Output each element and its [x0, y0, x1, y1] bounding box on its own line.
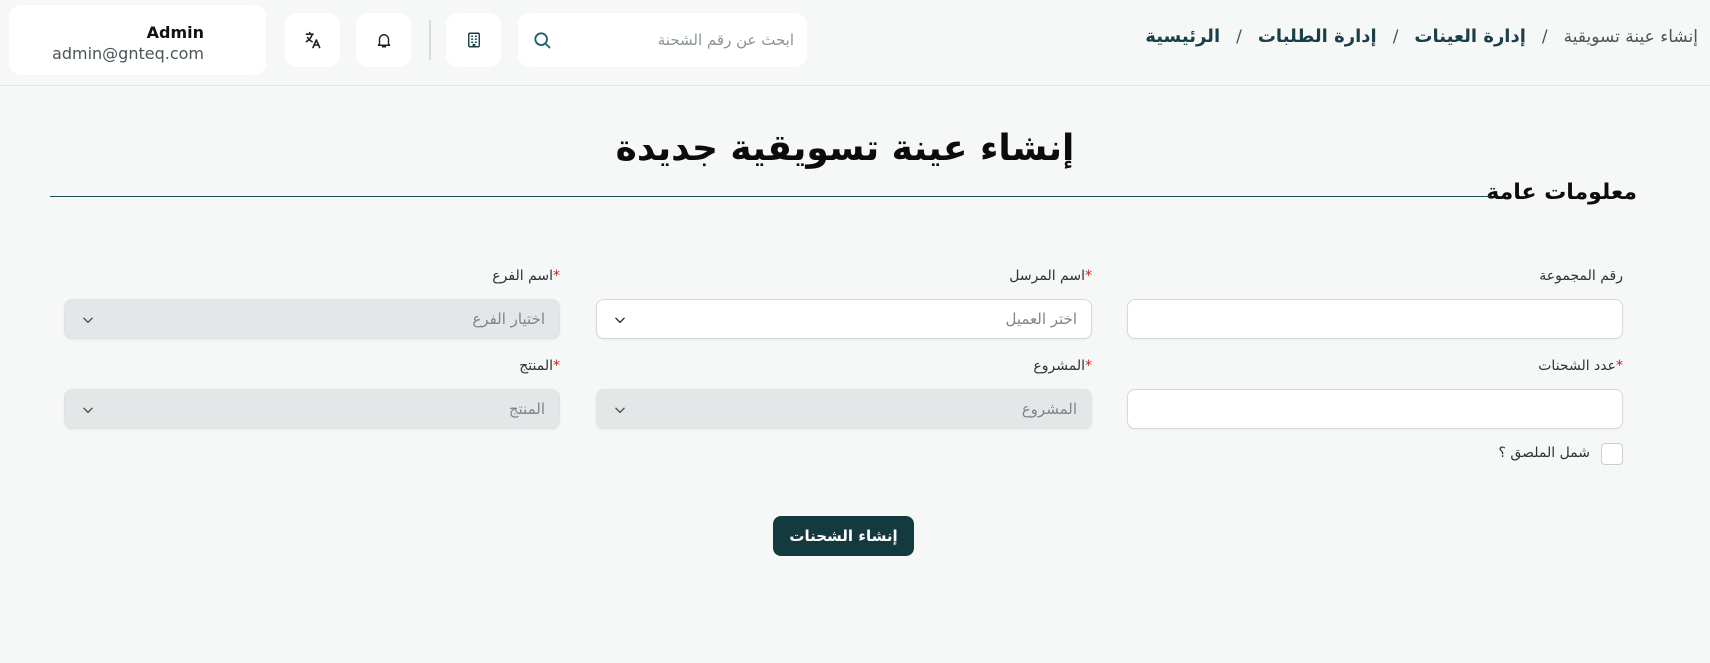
required-mark: * — [553, 358, 560, 374]
page-title: إنشاء عينة تسويقية جديدة — [615, 128, 1075, 169]
chevron-down-icon — [615, 407, 625, 414]
toolbar-divider — [429, 20, 431, 60]
include-label-checkbox[interactable] — [1601, 443, 1623, 465]
required-mark: * — [1085, 358, 1092, 374]
required-mark: * — [553, 268, 560, 284]
top-bar: Admin admin@gnteq.com الرئيسية / إدارة ا… — [0, 0, 1710, 86]
create-shipments-button[interactable]: إنشاء الشحنات — [773, 516, 914, 556]
group-number-input[interactable] — [1127, 299, 1623, 339]
user-email: admin@gnteq.com — [52, 44, 204, 63]
product-placeholder: المنتج — [508, 400, 545, 418]
product-select[interactable]: المنتج — [64, 389, 560, 429]
building-icon — [467, 32, 480, 48]
breadcrumb-separator: / — [1392, 26, 1399, 47]
bell-icon — [377, 34, 390, 48]
breadcrumb-separator: / — [1236, 26, 1242, 47]
shipment-count-input[interactable] — [1127, 389, 1623, 429]
breadcrumb-home[interactable]: الرئيسية — [1145, 26, 1220, 47]
sender-name-select[interactable]: اختر العميل — [596, 299, 1092, 339]
breadcrumb-orders[interactable]: إدارة الطلبات — [1258, 26, 1377, 47]
breadcrumb-current: إنشاء عينة تسويقية — [1563, 26, 1698, 47]
sender-name-label: *اسم المرسل — [1009, 268, 1092, 284]
chevron-down-icon — [615, 317, 625, 324]
search-box — [518, 13, 807, 67]
shipment-count-label: *عدد الشحنات — [1538, 358, 1623, 374]
product-label: *المنتج — [519, 358, 560, 374]
section-title: معلومات عامة — [1486, 180, 1637, 205]
user-name: Admin — [146, 23, 204, 42]
required-mark: * — [1616, 358, 1623, 374]
company-button[interactable] — [446, 13, 501, 67]
sender-name-placeholder: اختر العميل — [1005, 310, 1077, 328]
required-mark: * — [1085, 268, 1092, 284]
group-number-label: رقم المجموعة — [1539, 268, 1623, 284]
notifications-button[interactable] — [356, 13, 411, 67]
project-placeholder: المشروع — [1021, 400, 1077, 418]
search-input[interactable] — [562, 13, 794, 67]
project-label: *المشروع — [1033, 358, 1092, 374]
translate-icon — [305, 31, 320, 49]
section-divider — [50, 196, 1490, 197]
include-label-text: شمل الملصق ؟ — [1498, 445, 1590, 461]
language-button[interactable] — [285, 13, 340, 67]
project-select[interactable]: المشروع — [596, 389, 1092, 429]
breadcrumb-separator: / — [1541, 26, 1548, 47]
branch-name-placeholder: اختيار الفرع — [472, 310, 545, 328]
breadcrumb-samples[interactable]: إدارة العينات — [1414, 26, 1525, 47]
branch-name-select[interactable]: اختيار الفرع — [64, 299, 560, 339]
chevron-down-icon — [83, 317, 93, 324]
breadcrumb: الرئيسية / إدارة الطلبات / إدارة العينات… — [1145, 26, 1698, 47]
search-icon[interactable] — [532, 30, 552, 50]
user-card[interactable]: Admin admin@gnteq.com — [9, 5, 266, 75]
chevron-down-icon — [83, 407, 93, 414]
branch-name-label: *اسم الفرع — [492, 268, 560, 284]
